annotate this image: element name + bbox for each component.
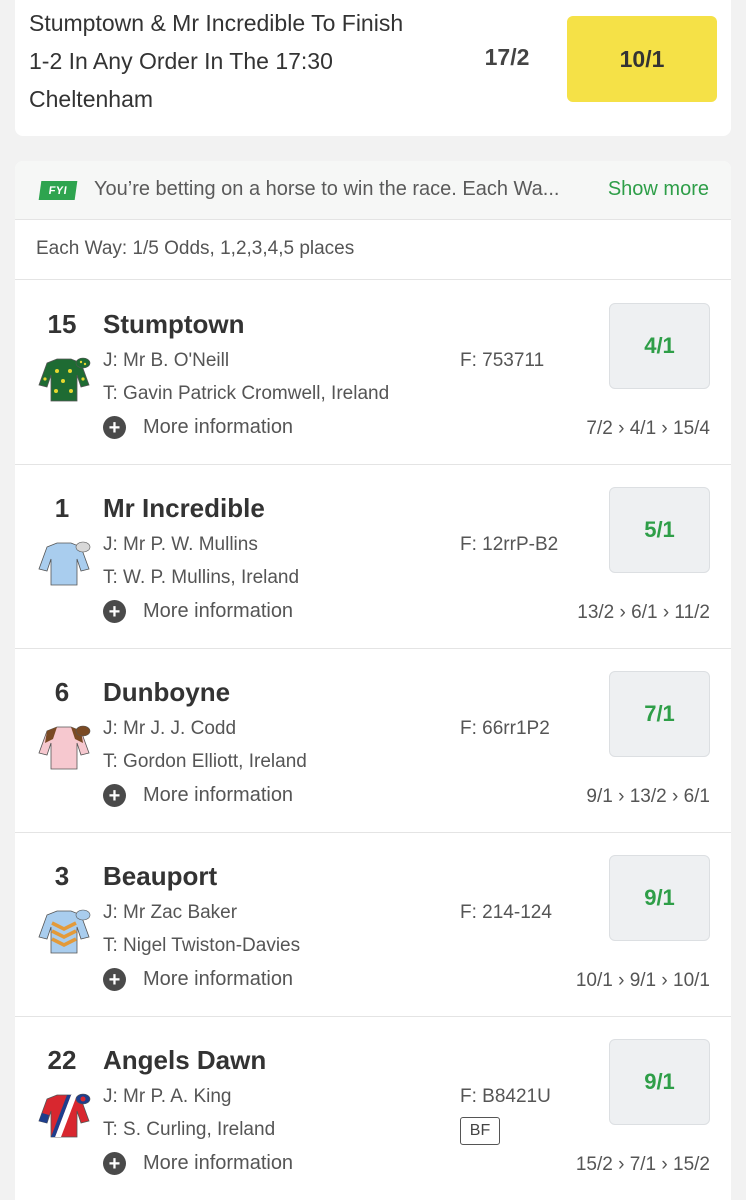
odds-history: 10/1 › 9/1 › 10/1 <box>575 970 710 991</box>
odds-button[interactable]: 7/1 <box>609 671 710 757</box>
odds-button[interactable]: 4/1 <box>609 303 710 389</box>
odds-history: 13/2 › 6/1 › 11/2 <box>577 602 710 623</box>
odds-button[interactable]: 9/1 <box>609 855 710 941</box>
promo-odds-button[interactable]: 10/1 <box>567 16 717 102</box>
runner-number: 22 <box>47 1045 77 1075</box>
runner-name: Dunboyne <box>103 677 231 707</box>
fyi-badge: FYI <box>38 181 78 200</box>
runner-number: 3 <box>54 861 70 891</box>
plus-icon: + <box>103 968 126 991</box>
runner-form: F: 12rrP-B2 <box>460 534 559 555</box>
runner-trainer: T: W. P. Mullins, Ireland <box>103 567 300 588</box>
runner-jockey: J: Mr P. W. Mullins <box>103 534 258 555</box>
runner-trainer: T: Gavin Patrick Cromwell, Ireland <box>103 383 390 404</box>
odds-history: 9/1 › 13/2 › 6/1 <box>586 786 710 807</box>
plus-icon: + <box>103 784 126 807</box>
odds-button[interactable]: 5/1 <box>609 487 710 573</box>
more-information-button[interactable]: + More information <box>103 416 293 439</box>
more-information-label: More information <box>143 784 294 806</box>
each-way-terms: Each Way: 1/5 Odds, 1,2,3,4,5 places <box>15 220 731 280</box>
plus-icon: + <box>103 416 126 439</box>
fyi-bar: FYI You’re betting on a horse to win the… <box>15 161 731 220</box>
runner-number: 15 <box>47 309 77 339</box>
runner-form: F: 753711 <box>460 350 545 371</box>
odds-button[interactable]: 9/1 <box>609 1039 710 1125</box>
more-information-label: More information <box>143 1152 294 1174</box>
runner-number: 1 <box>54 493 70 523</box>
silk-green-yellow-stars-icon <box>38 357 91 402</box>
promo-card: Stumptown & Mr Incredible To Finish 1-2 … <box>15 0 731 136</box>
runner-jockey: J: Mr J. J. Codd <box>103 718 237 739</box>
plus-icon: + <box>103 1152 126 1175</box>
runner-jockey: J: Mr B. O'Neill <box>103 350 230 371</box>
runner-row: 15 Stumptown J: Mr B. O'Neill T: Gavin P… <box>15 281 731 465</box>
runner-form: F: 214-124 <box>460 902 552 923</box>
promo-was-odds: 17/2 <box>484 44 530 70</box>
more-information-label: More information <box>143 968 294 990</box>
runner-name: Angels Dawn <box>103 1045 267 1075</box>
more-information-button[interactable]: + More information <box>103 784 293 807</box>
runners-card: FYI You’re betting on a horse to win the… <box>15 161 731 1200</box>
silk-light-blue-icon <box>38 541 91 586</box>
odds-history: 15/2 › 7/1 › 15/2 <box>575 1154 710 1175</box>
runner-name: Stumptown <box>103 309 245 339</box>
odds-history: 7/2 › 4/1 › 15/4 <box>586 418 710 439</box>
more-information-label: More information <box>143 416 294 438</box>
runner-trainer: T: S. Curling, Ireland <box>103 1119 276 1140</box>
more-information-label: More information <box>143 600 294 622</box>
more-information-button[interactable]: + More information <box>103 968 293 991</box>
promo-title: Stumptown & Mr Incredible To Finish 1-2 … <box>29 10 404 112</box>
each-way-text: Each Way: 1/5 Odds, 1,2,3,4,5 places <box>36 238 355 259</box>
runner-number: 6 <box>54 677 70 707</box>
runner-name: Mr Incredible <box>103 493 265 523</box>
runner-row: 6 Dunboyne J: Mr J. J. Codd T: Gordon El… <box>15 649 731 833</box>
runner-jockey: J: Mr Zac Baker <box>103 902 238 923</box>
show-more-link[interactable]: Show more <box>608 178 709 201</box>
runner-form: F: B8421U <box>460 1086 551 1107</box>
more-information-button[interactable]: + More information <box>103 1152 293 1175</box>
runner-trainer: T: Nigel Twiston-Davies <box>103 935 301 956</box>
silk-blue-orange-chevrons-icon <box>38 909 91 954</box>
runner-row: 1 Mr Incredible J: Mr P. W. Mullins T: W… <box>15 465 731 649</box>
runner-row: 3 Beauport J: Mr Zac Baker T: Nigel Twis… <box>15 833 731 1017</box>
runner-jockey: J: Mr P. A. King <box>103 1086 232 1107</box>
runner-name: Beauport <box>103 861 218 891</box>
fyi-text: You’re betting on a horse to win the rac… <box>94 178 560 200</box>
bf-badge: BF <box>460 1117 500 1145</box>
silk-red-blue-white-icon <box>38 1093 91 1138</box>
silk-pink-brown-icon <box>38 725 91 770</box>
plus-icon: + <box>103 600 126 623</box>
runner-form: F: 66rr1P2 <box>460 718 550 739</box>
runner-trainer: T: Gordon Elliott, Ireland <box>103 751 307 772</box>
runner-row: 22 Angels Dawn J: Mr P. A. King T: S. Cu… <box>15 1017 731 1200</box>
more-information-button[interactable]: + More information <box>103 600 293 623</box>
